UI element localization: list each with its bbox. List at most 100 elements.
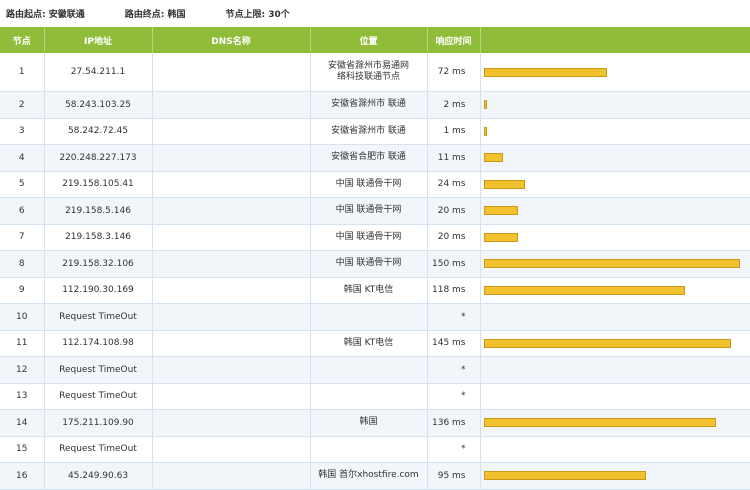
response-bar-cell — [480, 171, 750, 198]
table-row: 7 219.158.3.146 中国 联通骨干网 20 ms — [0, 224, 750, 251]
response-time-bar — [483, 206, 518, 216]
response-bar-cell — [480, 383, 750, 410]
response-time-bar — [483, 126, 487, 136]
location-cell: 韩国 KT电信 — [310, 277, 428, 304]
table-row: 6 219.158.5.146 中国 联通骨干网 20 ms — [0, 197, 750, 225]
dns-cell — [152, 356, 311, 384]
dns-cell — [152, 462, 311, 490]
dns-cell — [152, 277, 311, 304]
location-text: 中国 联通骨干网 — [335, 231, 402, 242]
dns-cell — [152, 383, 311, 410]
location-text: 安徽省合肥市 联通 — [331, 152, 406, 163]
location-cell: 中国 联通骨干网 — [310, 250, 428, 278]
location-text: 安徽省滁州市易通网络科技联通节点 — [327, 61, 409, 82]
node-cell: 6 — [0, 197, 45, 225]
location-text: 安徽省滁州市 联通 — [331, 125, 406, 136]
location-text: 中国 联通骨干网 — [335, 205, 402, 216]
node-cell: 14 — [0, 409, 45, 437]
dns-cell — [152, 53, 311, 92]
location-cell: 安徽省滁州市 联通 — [310, 91, 428, 119]
location-text: 中国 联通骨干网 — [335, 258, 402, 269]
node-cell: 16 — [0, 462, 45, 490]
response-time-bar — [483, 418, 716, 428]
location-text: 韩国 首尔xhostfire.com — [318, 470, 419, 481]
response-time-cell: * — [427, 383, 481, 410]
response-bar-cell — [480, 91, 750, 119]
response-time-cell: 20 ms — [427, 197, 481, 225]
response-time-cell: 95 ms — [427, 462, 481, 490]
ip-cell: 112.174.108.98 — [44, 330, 153, 357]
response-time-cell: 145 ms — [427, 330, 481, 357]
dns-cell — [152, 303, 311, 331]
location-cell: 韩国 KT电信 — [310, 330, 428, 357]
route-end-label: 路由终点: 韩国 — [124, 9, 186, 20]
response-time-cell: 72 ms — [427, 53, 481, 92]
node-limit-label: 节点上限: 30个 — [225, 9, 290, 20]
column-header-location: 位置 — [310, 27, 428, 53]
node-cell: 15 — [0, 436, 45, 463]
response-bar-cell — [480, 224, 750, 251]
location-cell: 安徽省合肥市 联通 — [310, 144, 428, 172]
dns-cell — [152, 409, 311, 437]
node-cell: 9 — [0, 277, 45, 304]
location-cell: 韩国 — [310, 409, 428, 437]
location-text: 韩国 — [359, 417, 378, 428]
location-text: 安徽省滁州市 联通 — [331, 99, 406, 110]
node-cell: 13 — [0, 383, 45, 410]
column-header-response-time: 响应时间 — [427, 27, 481, 53]
location-cell — [310, 356, 428, 384]
table-row: 13 Request TimeOut * — [0, 383, 750, 410]
ip-cell: 58.242.72.45 — [44, 118, 153, 145]
table-row: 5 219.158.105.41 中国 联通骨干网 24 ms — [0, 171, 750, 198]
response-time-cell: 20 ms — [427, 224, 481, 251]
table-row: 10 Request TimeOut * — [0, 303, 750, 331]
response-bar-cell — [480, 250, 750, 278]
dns-cell — [152, 144, 311, 172]
ip-cell: 27.54.211.1 — [44, 53, 153, 92]
table-row: 12 Request TimeOut * — [0, 356, 750, 384]
node-cell: 2 — [0, 91, 45, 119]
location-cell: 中国 联通骨干网 — [310, 171, 428, 198]
table-header-row: 节点 IP地址 DNS名称 位置 响应时间 — [0, 27, 750, 53]
response-time-bar — [483, 259, 740, 269]
response-time-bar — [483, 67, 607, 77]
node-cell: 5 — [0, 171, 45, 198]
table-row: 4 220.248.227.173 安徽省合肥市 联通 11 ms — [0, 144, 750, 172]
response-bar-cell — [480, 330, 750, 357]
response-bar-cell — [480, 356, 750, 384]
node-cell: 11 — [0, 330, 45, 357]
dns-cell — [152, 118, 311, 145]
response-bar-cell — [480, 197, 750, 225]
location-cell — [310, 436, 428, 463]
response-time-cell: 1 ms — [427, 118, 481, 145]
location-cell — [310, 303, 428, 331]
response-time-bar — [483, 232, 518, 242]
response-bar-cell — [480, 303, 750, 331]
node-cell: 8 — [0, 250, 45, 278]
location-cell — [310, 383, 428, 410]
ip-cell: Request TimeOut — [44, 436, 153, 463]
node-cell: 1 — [0, 53, 45, 92]
table-row: 16 45.249.90.63 韩国 首尔xhostfire.com 95 ms — [0, 462, 750, 490]
table-row: 1 27.54.211.1 安徽省滁州市易通网络科技联通节点 72 ms — [0, 53, 750, 92]
response-time-cell: 2 ms — [427, 91, 481, 119]
table-row: 15 Request TimeOut * — [0, 436, 750, 463]
response-time-cell: 11 ms — [427, 144, 481, 172]
location-text: 中国 联通骨干网 — [335, 178, 402, 189]
location-cell: 安徽省滁州市易通网络科技联通节点 — [310, 53, 428, 92]
response-bar-cell — [480, 436, 750, 463]
table-row: 8 219.158.32.106 中国 联通骨干网 150 ms — [0, 250, 750, 278]
response-time-cell: * — [427, 356, 481, 384]
route-summary: 路由起点: 安徽联通 路由终点: 韩国 节点上限: 30个 — [0, 0, 750, 26]
table-row: 9 112.190.30.169 韩国 KT电信 118 ms — [0, 277, 750, 304]
ip-cell: Request TimeOut — [44, 303, 153, 331]
response-bar-cell — [480, 118, 750, 145]
column-header-bar — [480, 27, 750, 53]
node-cell: 7 — [0, 224, 45, 251]
location-cell: 中国 联通骨干网 — [310, 224, 428, 251]
ip-cell: 45.249.90.63 — [44, 462, 153, 490]
dns-cell — [152, 224, 311, 251]
response-bar-cell — [480, 409, 750, 437]
response-time-bar — [483, 471, 646, 481]
traceroute-table: 节点 IP地址 DNS名称 位置 响应时间 1 27.54.211.1 安徽省滁州市… — [0, 27, 750, 490]
